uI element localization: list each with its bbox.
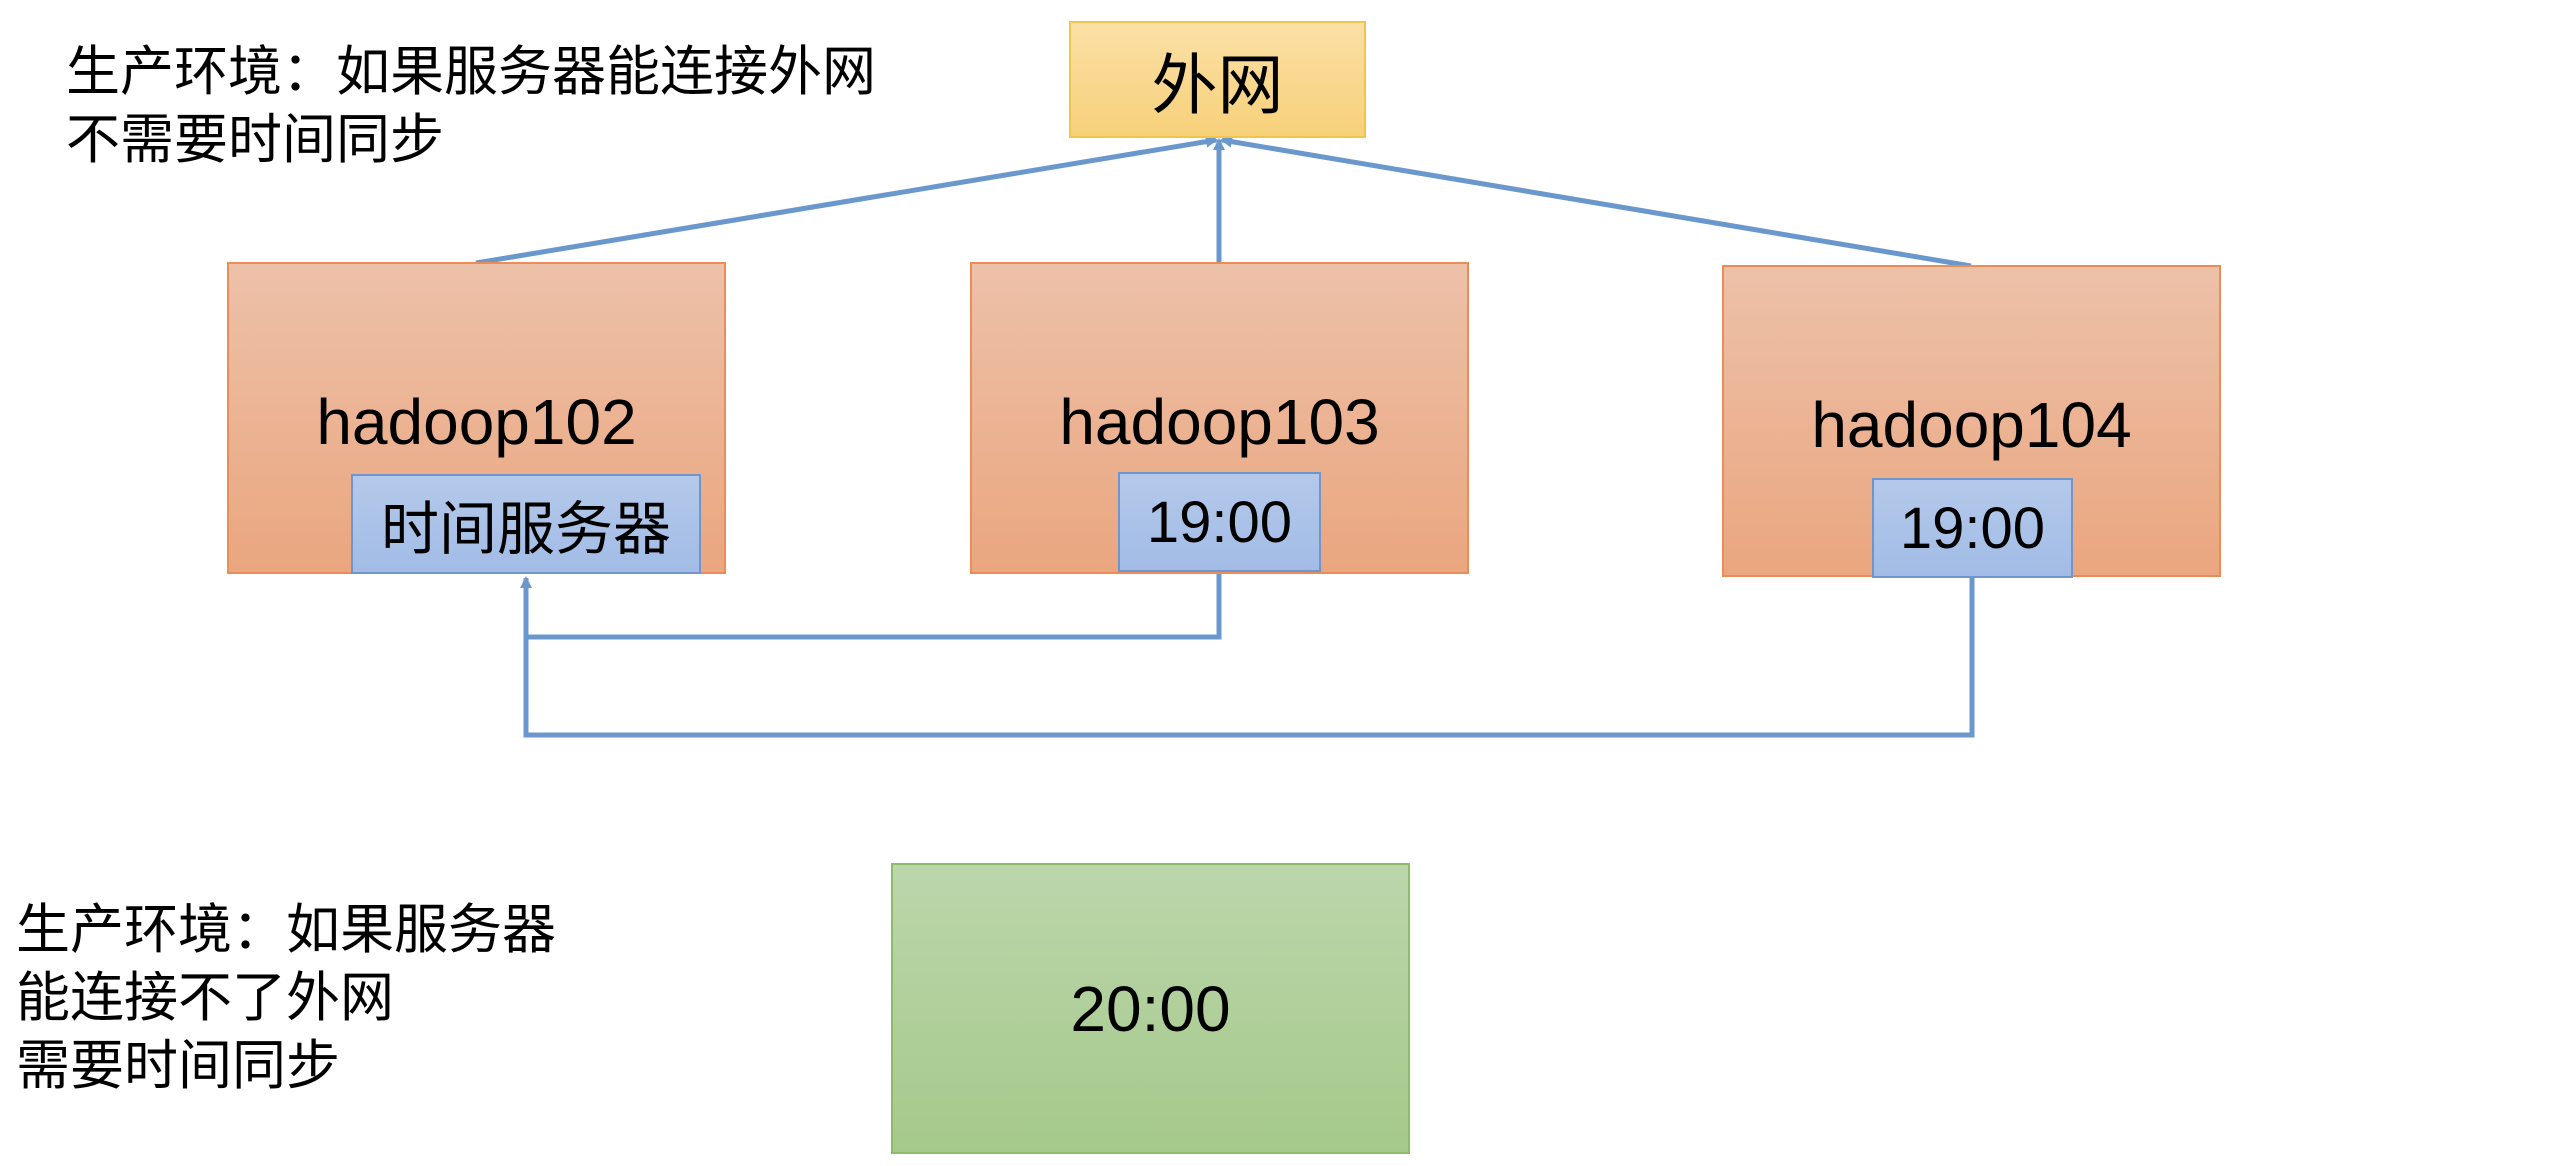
server-name-hadoop104: hadoop104 bbox=[1811, 389, 2132, 461]
time-server-badge: 时间服务器 bbox=[351, 474, 701, 574]
server-name-hadoop103: hadoop103 bbox=[1059, 386, 1380, 458]
sync-line-hadoop104 bbox=[520, 576, 1975, 738]
arrow-hadoop104-to-internet bbox=[1220, 135, 1972, 269]
note-top-line-1: 生产环境：如果服务器能连接外网 bbox=[66, 40, 876, 103]
internet-label: 外网 bbox=[1151, 46, 1284, 124]
internet-node: 外网 bbox=[1069, 21, 1366, 138]
clock-badge-hadoop104: 19:00 bbox=[1872, 478, 2073, 578]
clock-time-hadoop103: 19:00 bbox=[1146, 489, 1293, 555]
local-clock-node: 20:00 bbox=[891, 863, 1410, 1154]
time-server-label: 时间服务器 bbox=[380, 495, 671, 563]
clock-time-hadoop104: 19:00 bbox=[1899, 495, 2046, 561]
server-name-hadoop102: hadoop102 bbox=[316, 386, 637, 458]
local-clock-time: 20:00 bbox=[1070, 972, 1231, 1045]
note-bottom-line-3: 需要时间同步 bbox=[16, 1034, 340, 1097]
note-bottom-line-1: 生产环境：如果服务器 bbox=[16, 898, 556, 961]
production-note-bottom: 生产环境：如果服务器 能连接不了外网 需要时间同步 bbox=[16, 896, 556, 1100]
sync-line-hadoop103 bbox=[526, 572, 1222, 640]
note-bottom-line-2: 能连接不了外网 bbox=[16, 966, 394, 1029]
clock-badge-hadoop103: 19:00 bbox=[1118, 472, 1321, 572]
production-note-top: 生产环境：如果服务器能连接外网 不需要时间同步 bbox=[66, 38, 876, 174]
note-top-line-2: 不需要时间同步 bbox=[66, 108, 444, 171]
